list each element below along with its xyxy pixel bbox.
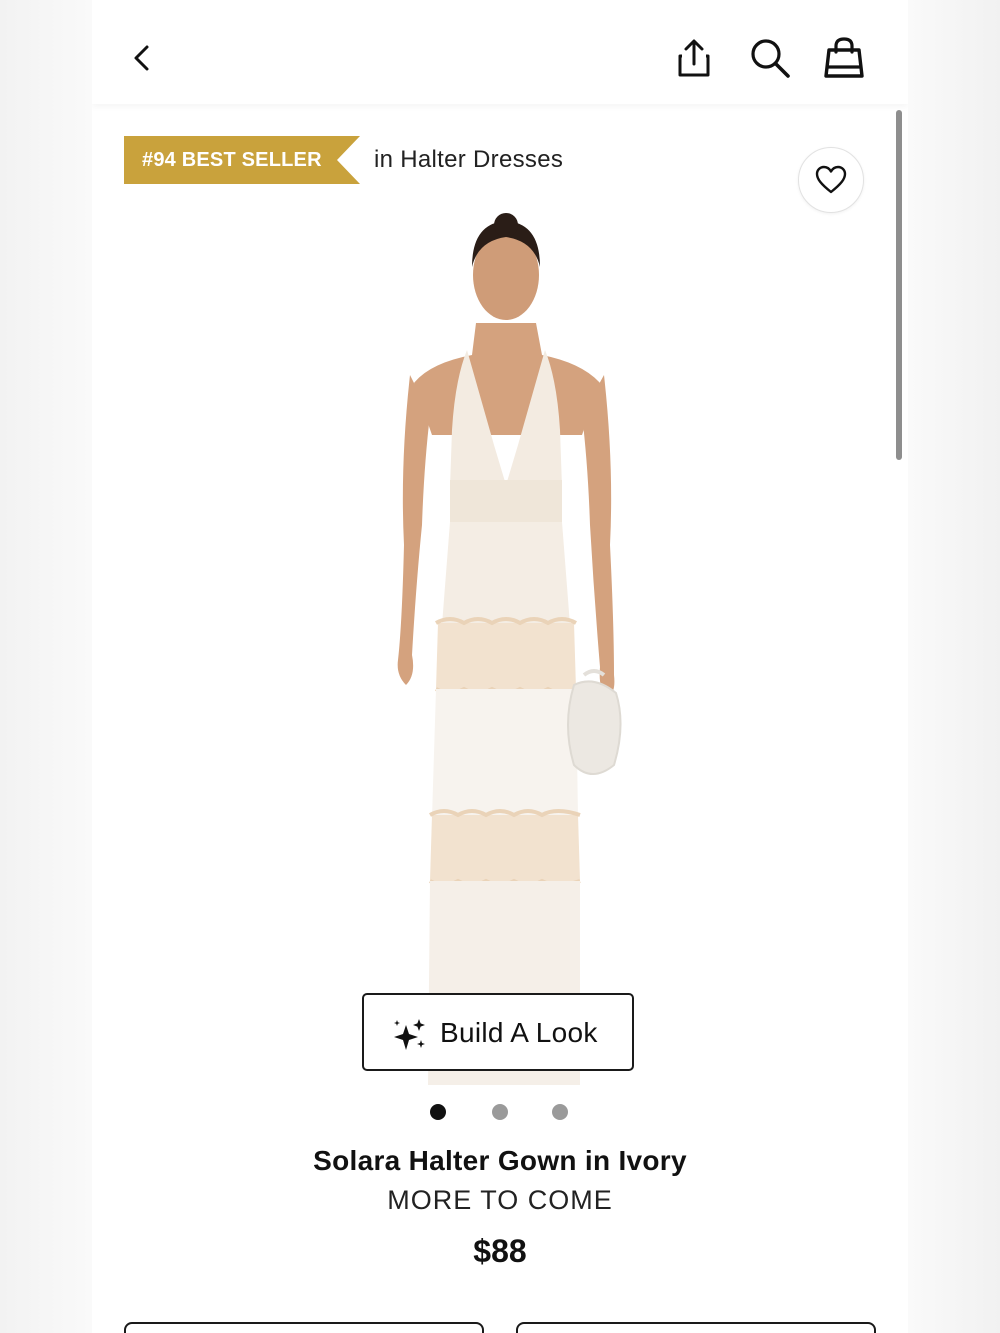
product-name: Solara Halter Gown in Ivory <box>313 1145 687 1176</box>
product-image[interactable] <box>382 205 632 1085</box>
shopping-bag-icon[interactable] <box>820 34 868 80</box>
scrollbar[interactable] <box>896 110 902 460</box>
best-seller-category[interactable]: in Halter Dresses <box>374 146 563 174</box>
chevron-left-icon[interactable] <box>122 38 162 78</box>
best-seller-badge: #94 BEST SELLER <box>124 136 362 184</box>
bottom-action-button-left[interactable] <box>124 1322 484 1333</box>
right-backdrop <box>908 0 1000 1333</box>
wishlist-button[interactable] <box>798 147 864 213</box>
carousel-dot[interactable] <box>552 1104 568 1120</box>
sparkle-icon <box>394 1019 425 1050</box>
model-illustration <box>397 213 622 1085</box>
search-icon[interactable] <box>748 36 792 80</box>
top-navigation-bar <box>92 0 908 104</box>
build-a-look-button[interactable]: Build A Look <box>362 993 634 1071</box>
product-brand[interactable]: MORE TO COME <box>92 1185 908 1216</box>
left-backdrop <box>0 0 92 1333</box>
carousel-dot[interactable] <box>430 1104 446 1120</box>
carousel-dot[interactable] <box>492 1104 508 1120</box>
best-seller-label: #94 BEST SELLER <box>142 149 322 171</box>
bottom-action-button-right[interactable] <box>516 1322 876 1333</box>
heart-icon <box>815 165 847 194</box>
build-a-look-label: Build A Look <box>440 1017 598 1048</box>
carousel-indicator <box>430 1104 570 1122</box>
product-price: $88 <box>473 1233 527 1269</box>
product-page: #94 BEST SELLER in Halter Dresses Build … <box>92 0 908 1333</box>
share-icon[interactable] <box>672 36 716 80</box>
